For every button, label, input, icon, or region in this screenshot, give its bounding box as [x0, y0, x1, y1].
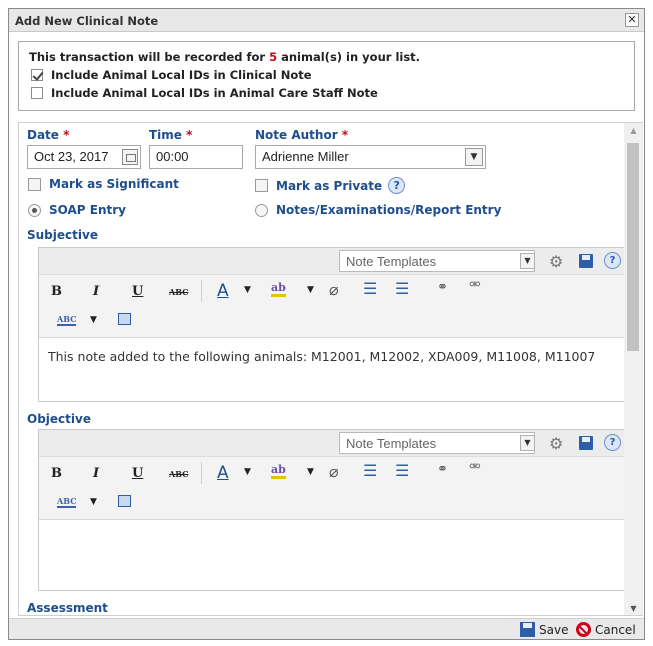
numbered-list-icon[interactable]: ☰	[395, 461, 409, 480]
include-ids-clinical-checkbox[interactable]	[31, 69, 43, 81]
eraser-icon[interactable]: ⌀	[329, 280, 339, 299]
cancel-icon	[576, 622, 591, 637]
dialog-footer: Save Cancel	[9, 618, 644, 639]
italic-button[interactable]: I	[93, 466, 99, 481]
chevron-down-icon[interactable]: ▼	[465, 148, 483, 166]
notes-entry-option[interactable]: Notes/Examinations/Report Entry	[255, 203, 501, 217]
bold-button[interactable]: B	[51, 466, 62, 481]
spellcheck-button[interactable]: ABC	[57, 496, 77, 508]
gear-icon[interactable]: ⚙	[549, 252, 563, 271]
highlight-button[interactable]: ab	[271, 464, 286, 479]
chevron-down-icon[interactable]: ▼	[244, 285, 251, 295]
mark-significant-checkbox[interactable]	[28, 177, 41, 191]
note-form-scroll-area[interactable]: Date * Time * Note Author * Oct 23, 2017…	[18, 122, 643, 616]
scroll-down-icon[interactable]: ▼	[624, 601, 643, 615]
subjective-template-bar: Note Templates ▼ ⚙ ?	[39, 248, 630, 275]
chevron-down-icon[interactable]: ▼	[307, 467, 314, 477]
numbered-list-icon[interactable]: ☰	[395, 279, 409, 298]
link-icon[interactable]: ⚭	[437, 462, 448, 477]
objective-format-toolbar: B I U ABC A ▼ ab ▼ ⌀ ☰ ☰ ⚭ ⚮ ABC ▼	[39, 457, 630, 520]
eraser-icon[interactable]: ⌀	[329, 462, 339, 481]
subjective-format-toolbar: B I U ABC A ▼ ab ▼ ⌀ ☰ ☰ ⚭ ⚮ ABC ▼	[39, 275, 630, 338]
bullet-list-icon[interactable]: ☰	[363, 461, 377, 480]
underline-button[interactable]: U	[132, 284, 143, 299]
objective-label: Objective	[27, 412, 91, 426]
save-button[interactable]: Save	[520, 622, 568, 637]
objective-content[interactable]	[39, 521, 630, 590]
chevron-down-icon[interactable]: ▼	[244, 467, 251, 477]
mark-significant-option[interactable]: Mark as Significant	[28, 177, 179, 191]
dialog-titlebar: Add New Clinical Note ✕	[9, 9, 644, 32]
objective-template-bar: Note Templates ▼ ⚙ ?	[39, 430, 630, 457]
help-icon[interactable]: ?	[388, 177, 406, 194]
mark-private-option[interactable]: Mark as Private ?	[255, 177, 406, 194]
chevron-down-icon[interactable]: ▼	[90, 497, 97, 507]
transaction-notice: This transaction will be recorded for 5 …	[18, 41, 635, 111]
font-color-button[interactable]: A	[217, 463, 229, 483]
include-ids-staff-option[interactable]: Include Animal Local IDs in Animal Care …	[29, 84, 624, 102]
floppy-disk-icon	[520, 622, 535, 637]
gear-icon[interactable]: ⚙	[549, 434, 563, 453]
time-label: Time *	[149, 128, 193, 142]
notice-text: This transaction will be recorded for 5 …	[29, 50, 421, 64]
add-clinical-note-dialog: Add New Clinical Note ✕ This transaction…	[8, 8, 645, 640]
time-field[interactable]: 00:00	[149, 145, 243, 169]
chevron-down-icon[interactable]: ▼	[520, 435, 535, 451]
animal-count: 5	[269, 50, 278, 64]
bullet-list-icon[interactable]: ☰	[363, 279, 377, 298]
include-ids-clinical-option[interactable]: Include Animal Local IDs in Clinical Not…	[29, 66, 624, 84]
mark-private-checkbox[interactable]	[255, 179, 268, 192]
scroll-up-icon[interactable]: ▲	[624, 123, 643, 139]
scrollbar-thumb[interactable]	[627, 143, 639, 351]
underline-button[interactable]: U	[132, 466, 143, 481]
save-template-icon[interactable]	[579, 436, 593, 450]
subjective-content[interactable]: This note added to the following animals…	[39, 339, 630, 401]
include-ids-staff-label: Include Animal Local IDs in Animal Care …	[51, 86, 378, 100]
subjective-label: Subjective	[27, 228, 98, 242]
toolbar-divider	[201, 462, 202, 484]
highlight-button[interactable]: ab	[271, 282, 286, 297]
notes-entry-radio[interactable]	[255, 203, 268, 217]
dialog-title: Add New Clinical Note	[15, 14, 159, 28]
note-form: Date * Time * Note Author * Oct 23, 2017…	[19, 123, 631, 615]
author-select[interactable]: Adrienne Miller	[255, 145, 486, 169]
italic-button[interactable]: I	[93, 284, 99, 299]
form-scrollbar[interactable]: ▲ ▼	[624, 123, 643, 615]
save-template-icon[interactable]	[579, 254, 593, 268]
unlink-icon[interactable]: ⚮	[469, 277, 481, 293]
date-label: Date *	[27, 128, 70, 142]
font-color-button[interactable]: A	[217, 281, 229, 301]
bold-button[interactable]: B	[51, 284, 62, 299]
include-ids-staff-checkbox[interactable]	[31, 87, 43, 99]
note-templates-select[interactable]: Note Templates	[339, 432, 535, 454]
objective-editor: Note Templates ▼ ⚙ ? B I U ABC A ▼ ab ▼	[38, 429, 631, 591]
source-view-icon[interactable]	[118, 313, 131, 325]
subjective-editor: Note Templates ▼ ⚙ ? B I U ABC A ▼ ab ▼	[38, 247, 631, 402]
soap-entry-radio[interactable]	[28, 203, 41, 217]
cancel-button[interactable]: Cancel	[576, 622, 636, 637]
author-label: Note Author *	[255, 128, 349, 142]
include-ids-clinical-label: Include Animal Local IDs in Clinical Not…	[51, 68, 312, 82]
help-icon[interactable]: ?	[604, 252, 621, 269]
chevron-down-icon[interactable]: ▼	[90, 315, 97, 325]
help-icon[interactable]: ?	[604, 434, 621, 451]
chevron-down-icon[interactable]: ▼	[520, 253, 535, 269]
assessment-label: Assessment	[27, 601, 108, 615]
note-templates-select[interactable]: Note Templates	[339, 250, 535, 272]
strikethrough-button[interactable]: ABC	[169, 287, 188, 297]
calendar-icon[interactable]	[122, 149, 138, 165]
spellcheck-button[interactable]: ABC	[57, 314, 77, 326]
toolbar-divider	[201, 280, 202, 302]
chevron-down-icon[interactable]: ▼	[307, 285, 314, 295]
source-view-icon[interactable]	[118, 495, 131, 507]
link-icon[interactable]: ⚭	[437, 280, 448, 295]
unlink-icon[interactable]: ⚮	[469, 459, 481, 475]
strikethrough-button[interactable]: ABC	[169, 469, 188, 479]
close-button[interactable]: ✕	[625, 13, 639, 27]
soap-entry-option[interactable]: SOAP Entry	[28, 203, 126, 217]
